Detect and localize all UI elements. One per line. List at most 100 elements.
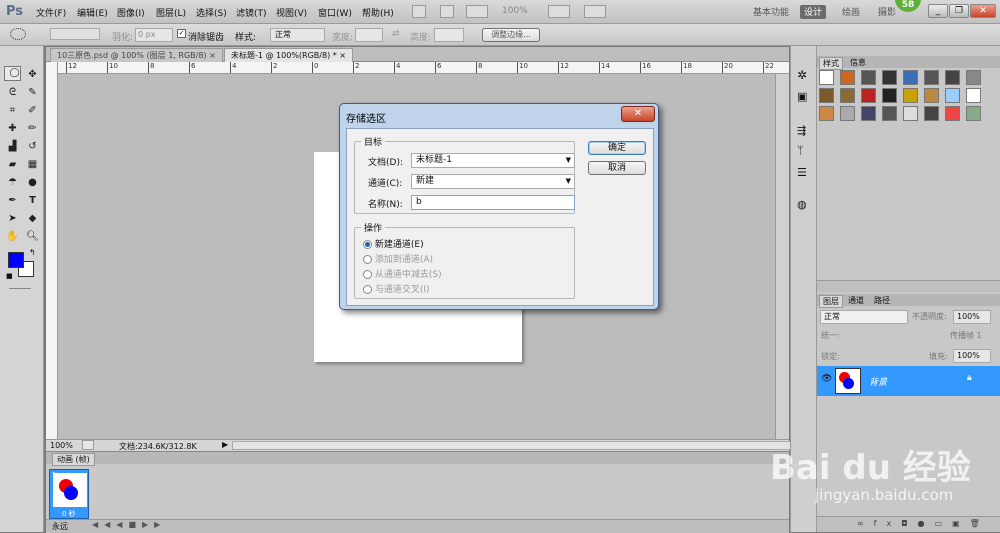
style-swatch[interactable] <box>861 70 876 85</box>
refine-edge-button[interactable]: 调整边缘... <box>482 28 540 42</box>
status-zoom[interactable]: 100% <box>50 441 73 450</box>
blend-mode-select[interactable]: 正常 <box>820 310 908 324</box>
info-tab[interactable]: 信息 <box>847 57 869 68</box>
style-swatch[interactable] <box>903 88 918 103</box>
histogram-icon[interactable]: ▣ <box>797 90 807 103</box>
doc-select[interactable]: 未标题-1 ▼ <box>411 153 575 168</box>
style-swatch[interactable] <box>840 106 855 121</box>
style-swatch[interactable] <box>945 70 960 85</box>
op-subtract-channel[interactable]: 从通道中减去(S) <box>363 267 442 280</box>
pen-tool-icon[interactable]: ✒ <box>4 192 21 209</box>
frame-delay[interactable]: 0 秒 <box>62 509 76 519</box>
actions-icon[interactable]: ⇶ <box>797 124 806 137</box>
tab-sanyuanse[interactable]: 10三原色.psd @ 100% (图层 1, RGB/8) × <box>50 48 223 62</box>
style-swatch[interactable] <box>966 88 981 103</box>
width-input[interactable] <box>355 28 383 42</box>
lasso-tool-icon[interactable]: ᘓ <box>4 84 21 101</box>
bridge-icon[interactable] <box>412 5 426 18</box>
swap-colors-icon[interactable]: ↰ <box>29 248 36 257</box>
animation-tab[interactable]: 动画 (帧) <box>52 453 95 466</box>
opacity-input[interactable]: 100% <box>953 310 991 324</box>
history-brush-icon[interactable]: ↺ <box>24 138 41 155</box>
radio-add-channel[interactable] <box>363 255 372 264</box>
op-add-channel[interactable]: 添加到通道(A) <box>363 252 433 265</box>
ellipse-marquee-icon[interactable] <box>10 28 26 40</box>
op-intersect-channel[interactable]: 与通道交叉(I) <box>363 282 430 295</box>
style-swatch[interactable] <box>861 106 876 121</box>
style-swatch[interactable] <box>924 70 939 85</box>
style-swatch[interactable] <box>882 88 897 103</box>
visibility-eye-icon[interactable]: 👁︎ <box>821 374 832 384</box>
vertical-scrollbar[interactable] <box>775 74 789 440</box>
radio-subtract-channel[interactable] <box>363 270 372 279</box>
menu-file[interactable]: 文件(F) <box>36 6 66 19</box>
fill-input[interactable]: 100% <box>953 349 991 363</box>
arrange-icon[interactable] <box>548 5 570 18</box>
status-preview-icon[interactable] <box>82 440 94 450</box>
minimize-button[interactable]: _ <box>928 4 948 18</box>
dodge-tool-icon[interactable]: ● <box>24 174 41 191</box>
menu-view[interactable]: 视图(V) <box>276 6 307 19</box>
radio-intersect-channel[interactable] <box>363 285 372 294</box>
paths-tab[interactable]: 路径 <box>871 295 893 306</box>
adjustments-icon[interactable]: ◍ <box>797 198 807 211</box>
minibridge-icon[interactable] <box>440 5 454 18</box>
crop-tool-icon[interactable]: ⌗ <box>4 102 21 119</box>
stamp-tool-icon[interactable]: ▟ <box>4 138 21 155</box>
propagate-frame-label[interactable]: 传播帧 1 <box>950 330 982 341</box>
style-swatch[interactable] <box>903 106 918 121</box>
animation-frame[interactable]: 1 0 秒 <box>49 469 89 519</box>
style-swatch[interactable] <box>840 88 855 103</box>
shape-tool-icon[interactable]: ◆ <box>24 210 41 227</box>
style-swatch[interactable] <box>945 106 960 121</box>
style-swatch[interactable] <box>924 88 939 103</box>
channels-tab[interactable]: 通道 <box>845 295 867 306</box>
style-swatch[interactable] <box>819 70 834 85</box>
extras-icon[interactable] <box>466 5 488 18</box>
style-swatch[interactable] <box>903 70 918 85</box>
screen-mode-icon[interactable] <box>584 5 606 18</box>
layers-footer-icons[interactable]: ∞fx◘●▭▣🗑︎ <box>817 516 1000 532</box>
menu-edit[interactable]: 编辑(E) <box>77 6 108 19</box>
workspace-paint[interactable]: 绘画 <box>838 5 864 19</box>
style-swatch[interactable] <box>882 70 897 85</box>
status-menu-arrow[interactable]: ▶ <box>222 440 228 449</box>
selection-mode-icons[interactable] <box>50 28 100 40</box>
zoom-level[interactable]: 100% <box>502 6 528 16</box>
eyedropper-tool-icon[interactable]: ✐ <box>24 102 41 119</box>
style-swatch[interactable] <box>840 70 855 85</box>
blur-tool-icon[interactable]: ☂ <box>4 174 21 191</box>
style-swatch[interactable] <box>819 88 834 103</box>
height-input[interactable] <box>434 28 464 42</box>
styles-tab[interactable]: 样式 <box>819 57 843 70</box>
style-swatch[interactable] <box>882 106 897 121</box>
brush-presets-icon[interactable]: ᛘ <box>797 144 804 157</box>
swap-icon[interactable]: ⇄ <box>392 29 400 39</box>
menu-select[interactable]: 选择(S) <box>196 6 227 19</box>
style-swatch[interactable] <box>819 106 834 121</box>
menu-window[interactable]: 窗口(W) <box>318 6 352 19</box>
default-colors-icon[interactable]: ■ <box>6 272 13 280</box>
restore-button[interactable]: ❐ <box>949 4 969 18</box>
workspace-basic[interactable]: 基本功能 <box>749 5 793 19</box>
ok-button[interactable]: 确定 <box>588 141 646 155</box>
playback-controls-icons[interactable]: ◀◀◀■▶▶ <box>92 520 166 529</box>
feather-input[interactable]: 0 px <box>135 28 173 42</box>
gradient-tool-icon[interactable]: ▦ <box>24 156 41 173</box>
dialog-close-button[interactable]: ✕ <box>621 106 655 122</box>
hand-tool-icon[interactable]: ✋ <box>4 228 21 245</box>
move-tool-icon[interactable]: ✥ <box>24 66 41 83</box>
channel-select[interactable]: 新建 ▼ <box>411 174 575 189</box>
menu-image[interactable]: 图像(I) <box>117 6 145 19</box>
layer-row-background[interactable]: 👁︎ 背景 🔒︎ <box>817 366 1000 396</box>
brush-tool-icon[interactable]: ✏ <box>24 120 41 137</box>
name-input[interactable]: b <box>411 195 575 210</box>
healing-tool-icon[interactable]: ✚ <box>4 120 21 137</box>
zoom-tool-icon[interactable]: 🔍︎ <box>24 228 41 245</box>
radio-new-channel[interactable] <box>363 240 372 249</box>
workspace-design[interactable]: 设计 <box>800 5 827 19</box>
style-swatch[interactable] <box>861 88 876 103</box>
menu-filter[interactable]: 滤镜(T) <box>236 6 267 19</box>
op-new-channel[interactable]: 新建通道(E) <box>363 237 424 250</box>
style-swatch[interactable] <box>945 88 960 103</box>
